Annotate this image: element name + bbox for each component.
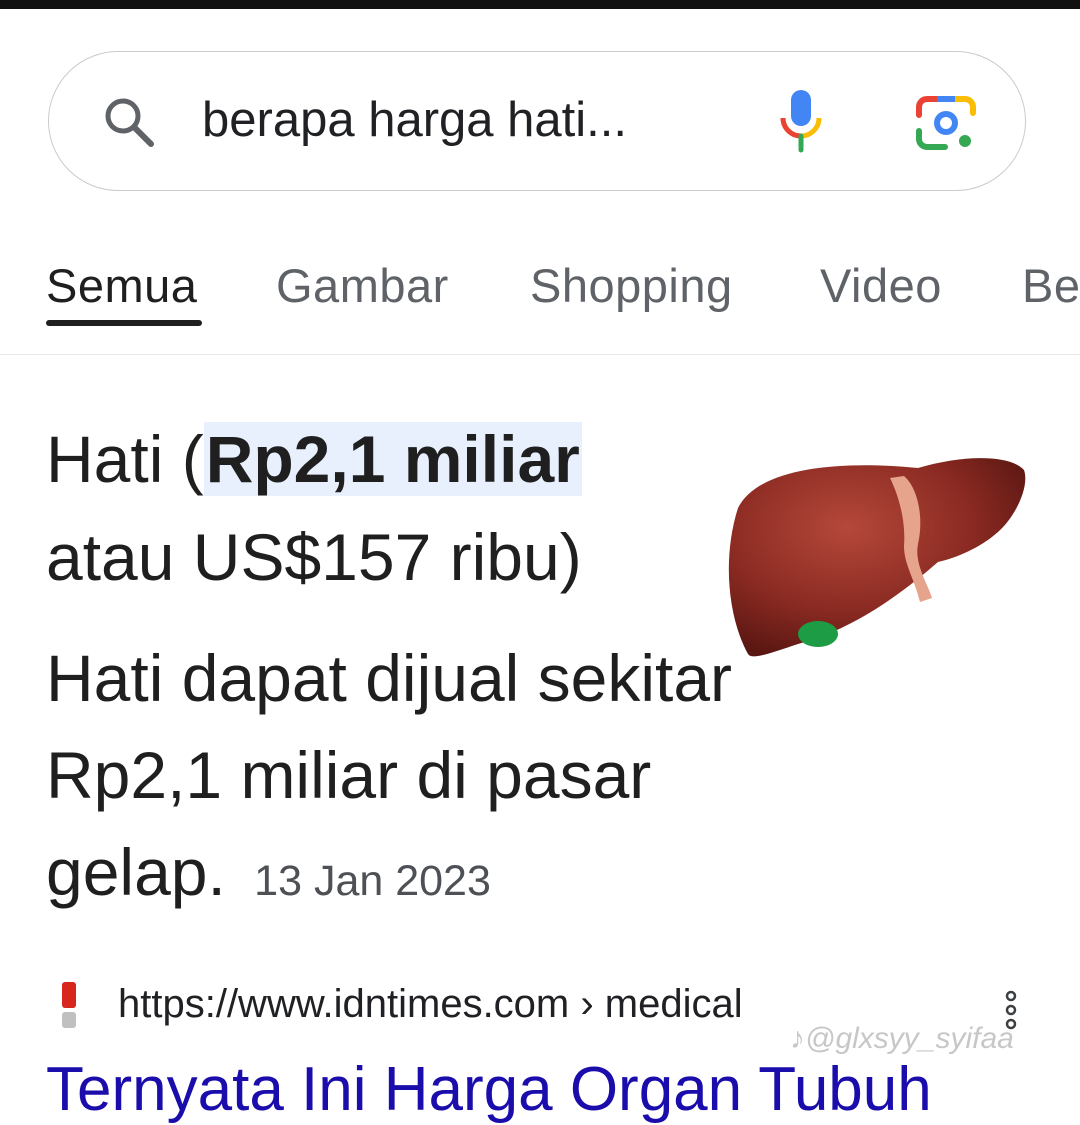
status-bar-edge bbox=[0, 0, 1080, 9]
result-title-link[interactable]: Ternyata Ini Harga Organ Tubuh bbox=[46, 1054, 932, 1125]
idntimes-favicon bbox=[62, 982, 76, 1028]
search-icon[interactable] bbox=[101, 94, 157, 150]
source-url[interactable]: https://www.idntimes.com › medical bbox=[118, 982, 743, 1027]
tiktok-watermark: ♪@glxsyy_syifaa bbox=[790, 1022, 1014, 1055]
headline-highlight: Rp2,1 miliar bbox=[203, 422, 582, 496]
tab-video[interactable]: Video bbox=[820, 258, 942, 313]
search-bar[interactable]: berapa harga hati... bbox=[48, 51, 1026, 191]
tab-berita[interactable]: Be bbox=[1022, 258, 1080, 313]
search-tabs: Semua Gambar Shopping Video Be bbox=[0, 230, 1080, 355]
tab-semua[interactable]: Semua bbox=[46, 258, 197, 313]
microphone-icon[interactable] bbox=[777, 88, 825, 154]
google-lens-icon[interactable] bbox=[915, 95, 977, 151]
featured-snippet-text: Hati dapat dijual sekitar Rp2,1 miliar d… bbox=[46, 630, 806, 930]
featured-answer-headline: Hati (Rp2,1 miliar atau US$157 ribu) bbox=[46, 410, 686, 606]
tab-gambar[interactable]: Gambar bbox=[276, 258, 449, 313]
search-input[interactable]: berapa harga hati... bbox=[202, 92, 627, 148]
headline-suffix: atau US$157 ribu) bbox=[46, 520, 582, 594]
headline-prefix: Hati ( bbox=[46, 422, 204, 496]
active-tab-indicator bbox=[46, 320, 202, 326]
snippet-date: 13 Jan 2023 bbox=[254, 857, 491, 905]
tab-shopping[interactable]: Shopping bbox=[530, 258, 733, 313]
